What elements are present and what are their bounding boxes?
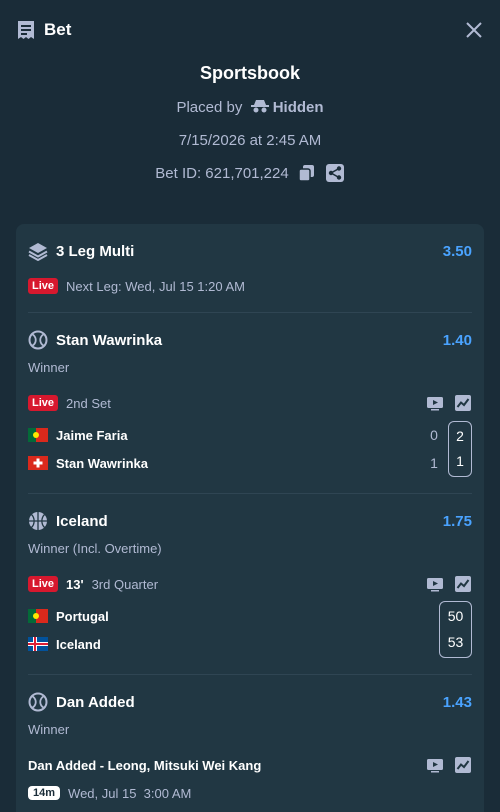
leg-start-row: 14m Wed, Jul 15 3:00 AM: [28, 783, 472, 803]
bet-card: 3 Leg Multi 3.50 Live Next Leg: Wed, Jul…: [16, 224, 484, 812]
share-icon[interactable]: [325, 163, 345, 183]
next-leg: Next Leg: Wed, Jul 15 1:20 AM: [66, 278, 245, 294]
multi-status: Live Next Leg: Wed, Jul 15 1:20 AM: [28, 276, 472, 296]
game-clock: 13': [66, 576, 84, 592]
team-row: Stan Wawrinka: [28, 453, 472, 473]
leg-status: Live 13' 3rd Quarter: [28, 574, 472, 594]
portugal-flag-icon: [28, 428, 48, 442]
multi-odds: 3.50: [442, 242, 472, 260]
live-badge: Live: [28, 576, 59, 592]
live-stream-icon[interactable]: [426, 756, 444, 774]
game-score: 1: [456, 453, 464, 469]
live-badge: Live: [28, 395, 59, 411]
leg-header[interactable]: Dan Added 1.43: [28, 691, 472, 713]
leg-odds: 1.43: [442, 693, 472, 711]
game-score: 2: [456, 428, 464, 444]
placed-by-label: Placed by: [176, 99, 243, 116]
stats-icon[interactable]: [454, 756, 472, 774]
tennis-ball-icon: [28, 330, 48, 350]
team-name: Stan Wawrinka: [56, 455, 148, 471]
leg-selection: Stan Wawrinka: [56, 331, 163, 349]
leg-event-row: Dan Added - Leong, Mitsuki Wei Kang: [28, 755, 472, 775]
team-row: Portugal: [28, 606, 472, 626]
leg-odds: 1.75: [442, 512, 472, 530]
leg-header[interactable]: Stan Wawrinka 1.40: [28, 329, 472, 351]
multi-label: 3 Leg Multi: [56, 242, 135, 260]
team-name: Iceland: [56, 636, 101, 652]
tennis-ball-icon: [28, 692, 48, 712]
team-name: Jaime Faria: [56, 427, 128, 443]
team-score: 50: [447, 608, 464, 624]
placed-by-user: Hidden: [272, 99, 324, 116]
leg-odds: 1.40: [442, 331, 472, 349]
stats-icon[interactable]: [454, 394, 472, 412]
set-score: 0: [430, 427, 438, 443]
bet-id: Bet ID: 621,701,224: [155, 164, 289, 182]
live-badge: Live: [28, 278, 59, 294]
sportsbook-title: Sportsbook: [199, 63, 300, 83]
team-name: Portugal: [56, 608, 109, 624]
leg-market: Winner: [28, 360, 70, 375]
score-box: 50 53: [439, 601, 472, 658]
modal-header: Bet: [0, 0, 500, 60]
team-score: 53: [447, 634, 464, 650]
leg-market: Winner (Incl. Overtime): [28, 541, 162, 556]
bet-slip-icon: [18, 21, 34, 39]
leg-period: 2nd Set: [66, 395, 111, 411]
start-time: Wed, Jul 15 3:00 AM: [68, 785, 192, 801]
live-stream-icon[interactable]: [426, 575, 444, 593]
placed-by: Placed by Hidden: [0, 99, 500, 116]
bet-date: 7/15/2026 at 2:45 AM: [178, 132, 322, 149]
portugal-flag-icon: [28, 609, 48, 623]
bet-id-row: Bet ID: 621,701,224: [0, 163, 500, 183]
leg-selection: Iceland: [56, 512, 108, 530]
iceland-flag-icon: [28, 637, 48, 651]
leg-market: Winner: [28, 722, 70, 737]
switzerland-flag-icon: [28, 456, 48, 470]
event-name[interactable]: Dan Added - Leong, Mitsuki Wei Kang: [28, 758, 261, 773]
leg-selection: Dan Added: [56, 693, 135, 711]
divider: [28, 493, 472, 494]
modal-title: Bet: [44, 20, 72, 39]
basketball-icon: [29, 512, 47, 530]
leg-period: 3rd Quarter: [91, 576, 159, 592]
set-score: 1: [430, 455, 438, 471]
multi-header: 3 Leg Multi 3.50: [28, 240, 472, 262]
live-stream-icon[interactable]: [426, 394, 444, 412]
layers-icon: [28, 243, 48, 261]
set-score-column: 0 1: [426, 425, 442, 473]
divider: [28, 674, 472, 675]
stats-icon[interactable]: [454, 575, 472, 593]
incognito-icon: [250, 100, 269, 113]
leg-status: Live 2nd Set: [28, 393, 472, 413]
leg-header[interactable]: Iceland 1.75: [28, 510, 472, 532]
game-score-box: 2 1: [448, 421, 472, 477]
team-row: Iceland: [28, 634, 472, 654]
countdown-badge: 14m: [28, 786, 61, 800]
copy-icon[interactable]: [297, 163, 317, 183]
team-row: Jaime Faria: [28, 425, 472, 445]
close-icon[interactable]: [464, 20, 484, 40]
divider: [28, 312, 472, 313]
